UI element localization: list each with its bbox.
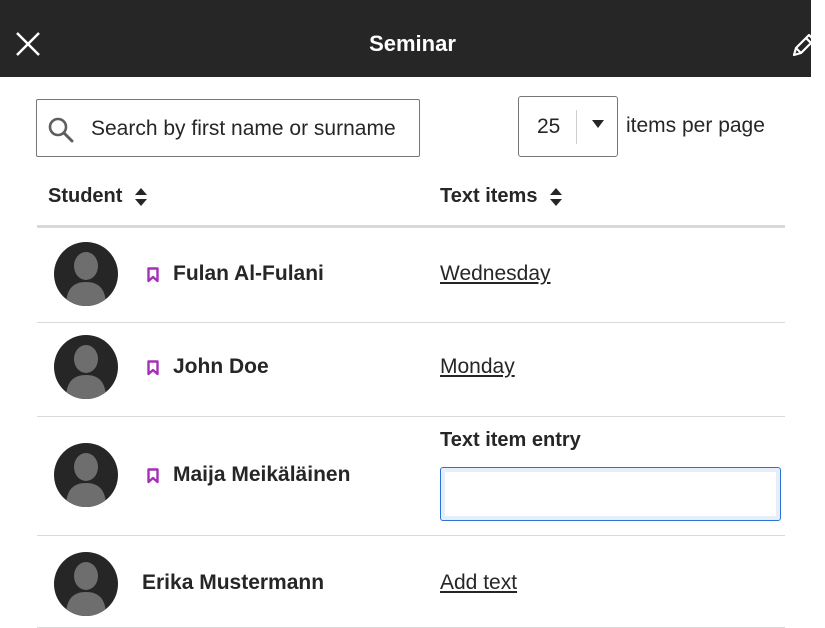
text-item-entry-label: Text item entry [440, 429, 581, 451]
row-divider [37, 535, 785, 536]
bookmark-icon [147, 267, 159, 283]
header-corner [811, 0, 825, 77]
items-per-page-value: 25 [537, 115, 561, 138]
column-header-label: Student [48, 185, 123, 207]
header-divider [37, 225, 785, 228]
avatar [54, 443, 118, 507]
row-divider [37, 416, 785, 417]
row-divider [37, 322, 785, 323]
student-name[interactable]: Erika Mustermann [142, 571, 324, 595]
search-box[interactable] [36, 99, 420, 157]
column-header-student[interactable]: Student [48, 185, 148, 208]
search-input[interactable] [89, 108, 413, 150]
column-header-text-items[interactable]: Text items [440, 185, 563, 208]
avatar [54, 552, 118, 616]
text-item-link[interactable]: Monday [440, 355, 515, 379]
student-name[interactable]: Maija Meikäläinen [173, 463, 350, 487]
text-item-link[interactable]: Wednesday [440, 262, 551, 286]
select-divider [576, 110, 577, 144]
items-per-page-select[interactable]: 25 [518, 96, 618, 157]
bookmark-icon [147, 360, 159, 376]
sort-icon [135, 187, 148, 206]
search-icon [48, 117, 74, 143]
sort-icon [550, 187, 563, 206]
bookmark-icon [147, 468, 159, 484]
header-bar: Seminar [0, 0, 825, 77]
items-per-page-label: items per page [626, 114, 765, 137]
caret-down-icon [592, 120, 604, 128]
column-header-label: Text items [440, 185, 538, 207]
avatar [54, 242, 118, 306]
add-text-link[interactable]: Add text [440, 571, 517, 595]
text-item-entry-input[interactable] [440, 467, 781, 521]
page-title: Seminar [369, 31, 456, 56]
student-name[interactable]: John Doe [173, 355, 269, 379]
avatar [54, 335, 118, 399]
student-name[interactable]: Fulan Al-Fulani [173, 262, 324, 286]
